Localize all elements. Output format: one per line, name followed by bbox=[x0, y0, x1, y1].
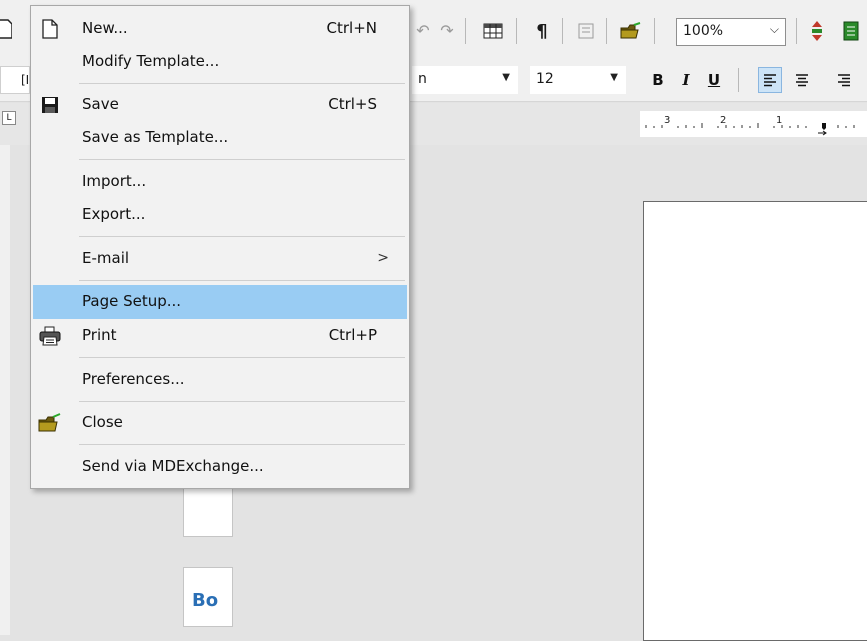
toolbar-separator bbox=[796, 18, 797, 44]
menu-item-label: Save bbox=[82, 95, 119, 113]
menu-separator bbox=[79, 159, 405, 160]
menu-item-import[interactable]: Import... bbox=[33, 165, 407, 199]
bold-button[interactable]: B bbox=[646, 67, 670, 93]
ruler-scale[interactable]: 3 2 1 bbox=[640, 111, 867, 137]
ruler-ticks bbox=[645, 123, 855, 136]
toolbar-separator bbox=[562, 18, 563, 44]
toolbar-separator bbox=[738, 68, 739, 92]
toolbar-separator bbox=[465, 18, 466, 44]
menu-item-close[interactable]: Close bbox=[33, 406, 407, 440]
toolbar-separator bbox=[516, 18, 517, 44]
menu-item-shortcut: Ctrl+P bbox=[328, 326, 377, 344]
menu-item-label: Modify Template... bbox=[82, 52, 220, 70]
ruler-number: 1 bbox=[776, 115, 783, 126]
menu-item-modify-template[interactable]: Modify Template... bbox=[33, 45, 407, 79]
menu-item-preferences[interactable]: Preferences... bbox=[33, 363, 407, 397]
underline-button[interactable]: U bbox=[702, 67, 726, 93]
font-size-select[interactable]: 12 ▼ bbox=[530, 66, 626, 94]
chevron-down-icon: ▼ bbox=[502, 72, 510, 83]
menu-item-new[interactable]: New... Ctrl+N bbox=[33, 12, 407, 46]
menu-item-email[interactable]: E-mail > bbox=[33, 242, 407, 276]
menu-item-label: Close bbox=[82, 413, 123, 431]
menu-item-label: Print bbox=[82, 326, 117, 344]
align-center-button[interactable] bbox=[790, 67, 814, 93]
chevron-down-icon: ▼ bbox=[610, 72, 618, 83]
align-left-button[interactable] bbox=[758, 67, 782, 93]
printer-icon bbox=[37, 324, 63, 348]
close-folder-toolbar-icon[interactable] bbox=[618, 18, 644, 44]
new-document-icon bbox=[37, 17, 63, 41]
menu-separator bbox=[79, 357, 405, 358]
menu-separator bbox=[79, 280, 405, 281]
align-left-icon bbox=[764, 74, 776, 87]
menu-separator bbox=[79, 83, 405, 84]
align-right-icon bbox=[838, 74, 850, 87]
ruler-number: 2 bbox=[720, 115, 727, 126]
row-height-icon[interactable] bbox=[806, 18, 828, 44]
menu-item-print[interactable]: Print Ctrl+P bbox=[33, 319, 407, 353]
save-icon bbox=[37, 93, 63, 117]
menu-separator bbox=[79, 444, 405, 445]
file-menu: New... Ctrl+N Modify Template... Save Ct… bbox=[30, 5, 410, 489]
font-name-select[interactable]: n ▼ bbox=[412, 66, 518, 94]
chevron-right-icon: > bbox=[377, 250, 389, 266]
italic-button[interactable]: I bbox=[674, 67, 698, 93]
menu-item-label: Import... bbox=[82, 172, 147, 190]
document-text-box[interactable]: Bo bbox=[183, 567, 233, 627]
menu-separator bbox=[79, 401, 405, 402]
paragraph-marks-icon[interactable]: ¶ bbox=[530, 18, 554, 44]
menu-item-label: New... bbox=[82, 19, 128, 37]
toolbar-separator bbox=[654, 18, 655, 44]
menu-item-shortcut: Ctrl+S bbox=[328, 95, 377, 113]
tab-stop-selector[interactable]: L bbox=[2, 111, 16, 125]
left-margin-strip bbox=[0, 145, 10, 635]
menu-item-label: Preferences... bbox=[82, 370, 185, 388]
menu-item-page-setup[interactable]: Page Setup... bbox=[33, 285, 407, 319]
align-right-button[interactable] bbox=[832, 67, 856, 93]
ruler-number: 3 bbox=[664, 115, 671, 126]
menu-item-label: Send via MDExchange... bbox=[82, 457, 264, 475]
field-codes-icon[interactable] bbox=[574, 18, 598, 44]
font-size-value: 12 bbox=[536, 71, 554, 87]
new-document-icon[interactable] bbox=[0, 14, 12, 44]
redo-icon[interactable]: ↷ bbox=[436, 18, 458, 42]
style-select[interactable]: [I bbox=[0, 66, 30, 94]
menu-item-label: Page Setup... bbox=[82, 292, 182, 310]
toolbar-separator bbox=[606, 18, 607, 44]
style-select-value: [I bbox=[21, 73, 30, 87]
menu-separator bbox=[79, 236, 405, 237]
page-layout-icon[interactable] bbox=[838, 18, 864, 44]
menu-item-save[interactable]: Save Ctrl+S bbox=[33, 88, 407, 122]
menu-item-export[interactable]: Export... bbox=[33, 198, 407, 232]
align-center-icon bbox=[796, 74, 808, 87]
undo-icon[interactable]: ↶ bbox=[412, 18, 434, 42]
chevron-down-icon: ⌵ bbox=[769, 22, 779, 36]
menu-item-send-via-mdexchange[interactable]: Send via MDExchange... bbox=[33, 450, 407, 484]
document-heading-fragment: Bo bbox=[192, 590, 219, 611]
document-page[interactable] bbox=[643, 201, 867, 641]
menu-item-label: Export... bbox=[82, 205, 146, 223]
font-name-value: n bbox=[418, 71, 427, 87]
menu-item-label: E-mail bbox=[82, 249, 130, 267]
zoom-value: 100% bbox=[683, 23, 724, 39]
menu-item-save-as-template[interactable]: Save as Template... bbox=[33, 121, 407, 155]
zoom-select[interactable]: 100% ⌵ bbox=[676, 18, 786, 46]
menu-item-shortcut: Ctrl+N bbox=[326, 19, 377, 37]
menu-item-label: Save as Template... bbox=[82, 128, 229, 146]
close-folder-icon bbox=[37, 411, 63, 435]
table-icon[interactable] bbox=[480, 18, 506, 44]
